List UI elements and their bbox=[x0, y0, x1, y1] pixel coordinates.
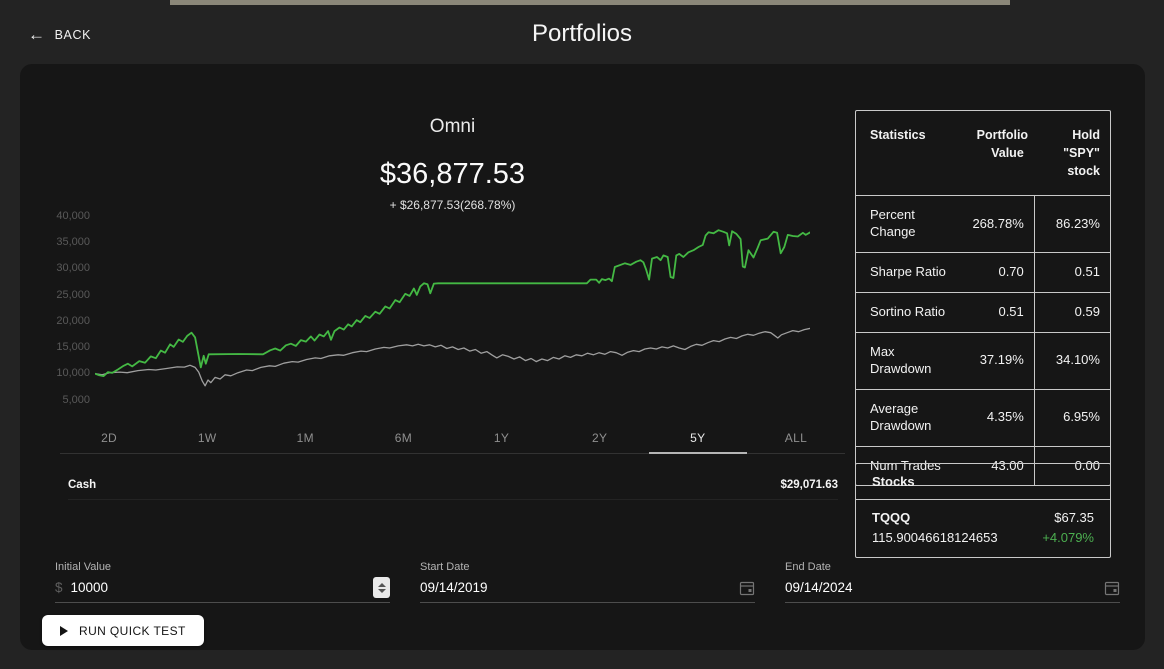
stocks-panel-title: Stocks bbox=[856, 464, 1110, 500]
cash-label: Cash bbox=[68, 479, 96, 491]
start-date-label: Start Date bbox=[420, 561, 755, 573]
stats-row-percent-change: Percent Change 268.78% 86.23% bbox=[856, 196, 1110, 252]
start-date-input[interactable] bbox=[420, 580, 739, 595]
stock-symbol: TQQQ bbox=[872, 508, 910, 528]
time-range-tabs: 2D 1W 1M 6M 1Y 2Y 5Y ALL bbox=[60, 424, 845, 454]
tab-6m[interactable]: 6M bbox=[354, 424, 452, 453]
calendar-icon[interactable] bbox=[739, 580, 755, 596]
y-axis-tick: 5,000 bbox=[38, 394, 90, 406]
stats-row-max-drawdown: Max Drawdown 37.19% 34.10% bbox=[856, 332, 1110, 389]
portfolio-name: Omni bbox=[55, 116, 850, 138]
initial-value-input[interactable] bbox=[71, 580, 373, 595]
tab-2d[interactable]: 2D bbox=[60, 424, 158, 453]
stocks-panel: Stocks TQQQ $67.35 115.90046618124653 +4… bbox=[855, 463, 1111, 558]
initial-value-field: Initial Value $ bbox=[55, 561, 390, 603]
run-quick-test-button[interactable]: RUN QUICK TEST bbox=[42, 615, 204, 646]
window-top-scrollbar bbox=[170, 0, 1010, 5]
tab-1y[interactable]: 1Y bbox=[453, 424, 551, 453]
tab-1m[interactable]: 1M bbox=[256, 424, 354, 453]
cash-row: Cash $29,071.63 bbox=[68, 470, 838, 500]
end-date-field: End Date bbox=[785, 561, 1120, 603]
stats-row-sharpe-ratio: Sharpe Ratio 0.70 0.51 bbox=[856, 252, 1110, 292]
stepper-down-icon bbox=[378, 589, 386, 593]
end-date-input[interactable] bbox=[785, 580, 1104, 595]
performance-chart[interactable] bbox=[95, 210, 810, 405]
tab-all[interactable]: ALL bbox=[747, 424, 845, 453]
calendar-icon[interactable] bbox=[1104, 580, 1120, 596]
cash-value: $29,071.63 bbox=[780, 479, 838, 491]
dollar-prefix: $ bbox=[55, 580, 63, 595]
y-axis-tick: 30,000 bbox=[38, 262, 90, 274]
start-date-field: Start Date bbox=[420, 561, 755, 603]
tab-2y[interactable]: 2Y bbox=[551, 424, 649, 453]
page-title: Portfolios bbox=[0, 20, 1164, 48]
portfolio-value: $36,877.53 bbox=[55, 158, 850, 191]
portfolio-card: Omni $36,877.53 + $26,877.53(268.78%) 40… bbox=[20, 64, 1145, 650]
statistics-header: Statistics bbox=[856, 111, 963, 195]
y-axis-tick: 25,000 bbox=[38, 289, 90, 301]
stock-change: +4.079% bbox=[1042, 528, 1094, 548]
y-axis-tick: 35,000 bbox=[38, 236, 90, 248]
y-axis-tick: 20,000 bbox=[38, 315, 90, 327]
stats-row-average-drawdown: Average Drawdown 4.35% 6.95% bbox=[856, 389, 1110, 446]
portfolio-value-header: Portfolio Value bbox=[963, 111, 1034, 195]
stepper-up-icon bbox=[378, 583, 386, 587]
y-axis-tick: 40,000 bbox=[38, 210, 90, 222]
stats-row-sortino-ratio: Sortino Ratio 0.51 0.59 bbox=[856, 292, 1110, 332]
statistics-table: Statistics Portfolio Value Hold "SPY" st… bbox=[855, 110, 1111, 486]
number-stepper[interactable] bbox=[373, 577, 390, 598]
stock-price: $67.35 bbox=[1054, 508, 1094, 528]
stock-shares: 115.90046618124653 bbox=[872, 528, 998, 548]
statistics-header-row: Statistics Portfolio Value Hold "SPY" st… bbox=[856, 111, 1110, 196]
y-axis-tick: 15,000 bbox=[38, 341, 90, 353]
run-quick-test-label: RUN QUICK TEST bbox=[79, 624, 186, 638]
y-axis-tick: 10,000 bbox=[38, 367, 90, 379]
play-icon bbox=[60, 626, 68, 636]
initial-value-label: Initial Value bbox=[55, 561, 390, 573]
end-date-label: End Date bbox=[785, 561, 1120, 573]
hold-spy-header: Hold "SPY" stock bbox=[1034, 111, 1110, 195]
tab-5y[interactable]: 5Y bbox=[649, 424, 747, 454]
tab-1w[interactable]: 1W bbox=[158, 424, 256, 453]
stock-row-tqqq[interactable]: TQQQ $67.35 115.90046618124653 +4.079% bbox=[856, 500, 1110, 557]
